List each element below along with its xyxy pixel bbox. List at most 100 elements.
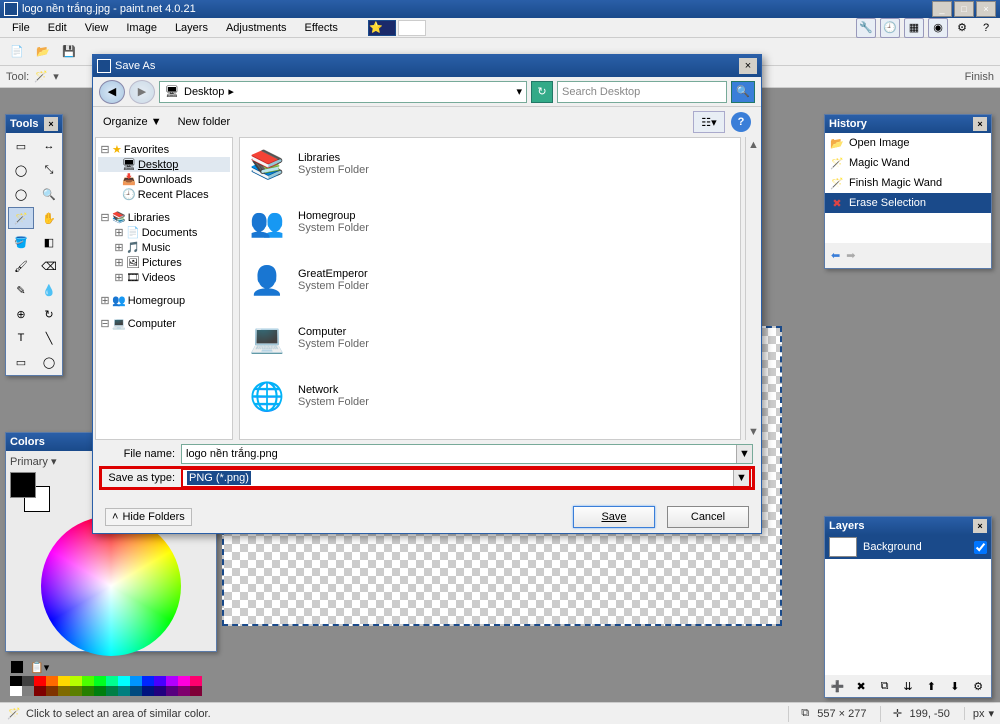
list-item[interactable]: 📚LibrariesSystem Folder [246, 144, 734, 184]
tool-magic-wand[interactable]: 🪄 [8, 207, 34, 229]
nav-back[interactable]: ◀ [99, 80, 125, 104]
file-scrollbar[interactable]: ▲▼ [745, 137, 761, 440]
image-thumb[interactable]: ⭐ [368, 20, 396, 36]
save-button[interactable]: 💾 [58, 41, 80, 63]
tool-fill[interactable]: 🪣 [8, 231, 34, 253]
layers-title: Layers [829, 520, 864, 532]
tool-rect-select[interactable]: ▭ [8, 135, 34, 157]
layer-duplicate[interactable]: ⧉ [876, 677, 894, 695]
layers-close[interactable]: × [973, 519, 987, 533]
dialog-title: Save As [115, 60, 155, 72]
layer-props[interactable]: ⚙ [969, 677, 987, 695]
app-title: logo nền trắng.jpg - paint.net 4.0.21 [22, 3, 196, 15]
layer-item[interactable]: Background [825, 535, 991, 559]
savetype-select[interactable]: PNG (*.png)▼ [181, 468, 751, 488]
close-button[interactable]: × [976, 1, 996, 17]
address-bar[interactable]: 🖥 Desktop▸ ▾ [159, 81, 527, 103]
tool-line[interactable]: ╲ [36, 327, 62, 349]
layer-delete[interactable]: ✖ [852, 677, 870, 695]
tool-clone[interactable]: ⊕ [8, 303, 34, 325]
folder-tree[interactable]: ⊟★Favorites 🖥Desktop 📥Downloads 🕘Recent … [95, 137, 233, 440]
tools-window-toggle[interactable]: 🔧 [856, 18, 876, 38]
tool-brush[interactable]: 🖌 [8, 255, 34, 277]
colors-window-toggle[interactable]: ◉ [928, 18, 948, 38]
status-unit: px [973, 708, 985, 720]
nav-forward: ▶ [129, 80, 155, 104]
wand-icon[interactable]: 🪄 [33, 69, 49, 85]
file-list[interactable]: 📚LibrariesSystem Folder 👥HomegroupSystem… [239, 137, 741, 440]
tool-picker[interactable]: 💧 [36, 279, 62, 301]
tool-move-selection[interactable]: ⤡ [36, 159, 62, 181]
tool-text[interactable]: T [8, 327, 34, 349]
menu-effects[interactable]: Effects [297, 20, 346, 36]
tool-eraser[interactable]: ⌫ [36, 255, 62, 277]
list-item[interactable]: 💻ComputerSystem Folder [246, 318, 734, 358]
help-icon[interactable]: ? [976, 18, 996, 38]
refresh-button[interactable]: ↻ [531, 81, 553, 103]
tool-pencil[interactable]: ✎ [8, 279, 34, 301]
list-item[interactable]: 🌐NetworkSystem Folder [246, 376, 734, 416]
tools-title: Tools [10, 118, 39, 130]
maximize-button[interactable]: □ [954, 1, 974, 17]
tool-recolor[interactable]: ↻ [36, 303, 62, 325]
layers-window-toggle[interactable]: ▦ [904, 18, 924, 38]
status-hint: Click to select an area of similar color… [26, 708, 211, 720]
tool-rect[interactable]: ▭ [8, 351, 34, 373]
organize-menu[interactable]: Organize ▼ [103, 116, 162, 128]
history-window-toggle[interactable]: 🕘 [880, 18, 900, 38]
menu-adjustments[interactable]: Adjustments [218, 20, 295, 36]
list-item[interactable]: 👥HomegroupSystem Folder [246, 202, 734, 242]
history-item[interactable]: 📂Open Image [825, 133, 991, 153]
minimize-button[interactable]: _ [932, 1, 952, 17]
open-button[interactable]: 📂 [32, 41, 54, 63]
primary-color-swatch[interactable] [10, 472, 36, 498]
wand-status-icon: 🪄 [6, 706, 22, 722]
layer-down[interactable]: ⬇ [946, 677, 964, 695]
chevron-up-icon: ˄ [112, 511, 118, 523]
history-close[interactable]: × [973, 117, 987, 131]
wand-icon: 🪄 [829, 155, 845, 171]
finish-label[interactable]: Finish [965, 71, 994, 83]
menu-edit[interactable]: Edit [40, 20, 75, 36]
settings-icon[interactable]: ⚙ [952, 18, 972, 38]
palette-menu-icon[interactable]: 📋▾ [30, 661, 49, 674]
status-size: 557 × 277 [817, 708, 866, 720]
image-thumb-blank[interactable] [398, 20, 426, 36]
tool-shapes[interactable]: ◯ [36, 351, 62, 373]
new-folder-button[interactable]: New folder [178, 116, 231, 128]
history-item[interactable]: 🪄Magic Wand [825, 153, 991, 173]
tool-pan[interactable]: ✋ [36, 207, 62, 229]
history-item[interactable]: 🪄Finish Magic Wand [825, 173, 991, 193]
layer-merge[interactable]: ⇊ [899, 677, 917, 695]
tools-close[interactable]: × [44, 117, 58, 131]
menu-file[interactable]: File [4, 20, 38, 36]
layers-panel: Layers × Background ➕ ✖ ⧉ ⇊ ⬆ ⬇ ⚙ [824, 516, 992, 698]
location: Desktop [184, 86, 224, 98]
new-button[interactable]: 📄 [6, 41, 28, 63]
menu-layers[interactable]: Layers [167, 20, 216, 36]
save-button[interactable]: Save [573, 506, 655, 528]
history-item[interactable]: ✖Erase Selection [825, 193, 991, 213]
tool-gradient[interactable]: ◧ [36, 231, 62, 253]
tool-zoom[interactable]: 🔍 [36, 183, 62, 205]
filename-input[interactable]: logo nền trắng.png▼ [181, 444, 753, 464]
undo-icon[interactable]: ⬅ [831, 249, 840, 262]
layer-add[interactable]: ➕ [829, 677, 847, 695]
dialog-help[interactable]: ? [731, 112, 751, 132]
list-item[interactable]: 👤GreatEmperorSystem Folder [246, 260, 734, 300]
tool-ellipse-select[interactable]: ◯ [8, 183, 34, 205]
hide-folders-button[interactable]: ˄Hide Folders [105, 508, 192, 526]
tool-move[interactable]: ↔ [36, 135, 62, 157]
color-palette[interactable] [10, 676, 210, 696]
menu-view[interactable]: View [77, 20, 117, 36]
layer-up[interactable]: ⬆ [922, 677, 940, 695]
view-mode-button[interactable]: ☷▾ [693, 111, 725, 133]
cancel-button[interactable]: Cancel [667, 506, 749, 528]
dialog-close[interactable]: × [739, 58, 757, 74]
tool-lasso[interactable]: ◯ [8, 159, 34, 181]
menubar: File Edit View Image Layers Adjustments … [0, 18, 1000, 38]
search-button[interactable]: 🔍 [731, 81, 755, 103]
menu-image[interactable]: Image [118, 20, 165, 36]
search-input[interactable]: Search Desktop [557, 81, 727, 103]
layer-visible-checkbox[interactable] [974, 541, 987, 554]
